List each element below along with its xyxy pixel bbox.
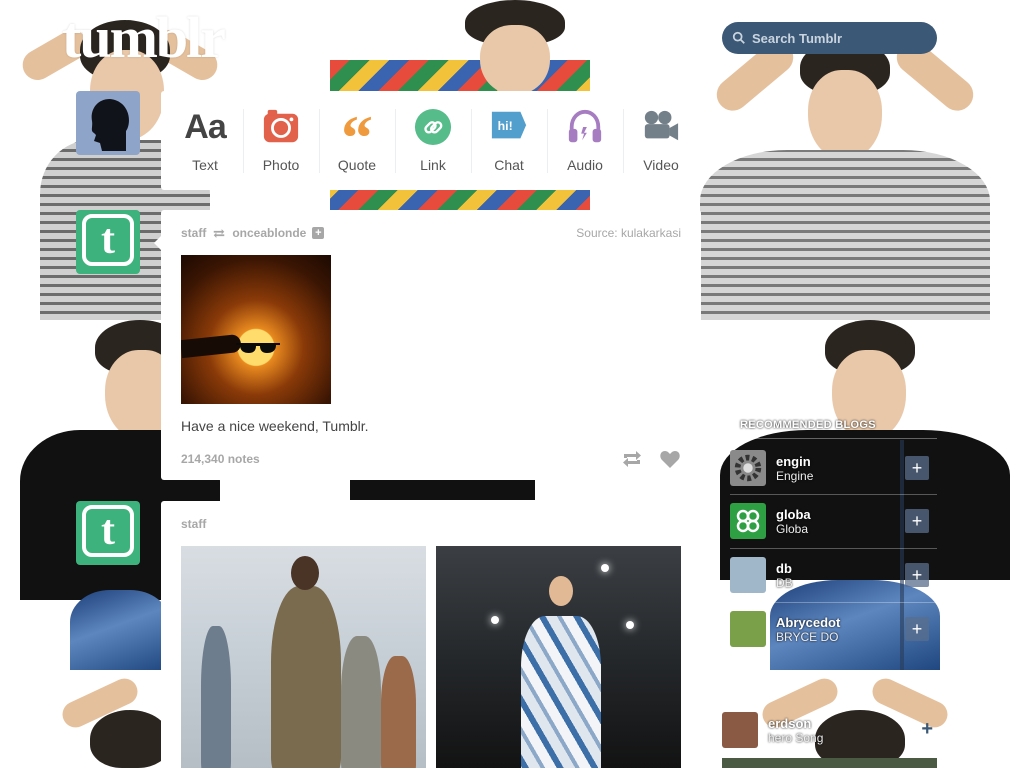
hand-silhouette — [181, 333, 242, 359]
wallpaper-figure — [440, 0, 590, 100]
post-actions — [621, 448, 681, 470]
follow-button[interactable]: + — [905, 509, 929, 533]
follow-button[interactable]: + — [921, 718, 933, 741]
svg-text:hi!: hi! — [498, 119, 513, 133]
chat-icon: hi! — [489, 107, 529, 147]
silhouette-icon — [91, 99, 129, 151]
post-type-text-button[interactable]: Aa Text — [167, 91, 243, 190]
radar-blog-name: erdson — [768, 715, 812, 731]
post-type-link-button[interactable]: Link — [395, 91, 471, 190]
staff-avatar[interactable]: t — [76, 210, 140, 274]
post-type-label: Text — [192, 157, 218, 173]
wallpaper-jeans — [70, 590, 170, 670]
blog-title: Engine — [776, 468, 814, 483]
post-card: staff onceablonde + Source: kulakarkasi … — [154, 210, 701, 480]
post-type-label: Audio — [567, 157, 603, 173]
blog-title: Globa — [776, 521, 809, 536]
post-type-bar: Aa Text Photo “ Quote Link hi! Chat Audi… — [161, 91, 701, 190]
blog-name: engin — [776, 453, 811, 469]
post-photo[interactable] — [181, 255, 331, 404]
sidebar-divider — [740, 438, 937, 439]
recommended-blog-item[interactable]: Abrycedot BRYCE DO + — [730, 602, 937, 655]
recommended-blogs-heading: RECOMMENDED BLOGS — [740, 419, 876, 431]
post-source-link[interactable]: Source: kulakarkasi — [576, 226, 681, 240]
post-notes-count[interactable]: 214,340 notes — [181, 452, 260, 466]
recommended-blog-item[interactable]: globa Globa + — [730, 494, 937, 547]
heart-icon[interactable] — [659, 448, 681, 470]
post-type-video-button[interactable]: Video — [623, 91, 699, 190]
post-type-label: Photo — [262, 157, 300, 173]
blog-avatar — [730, 611, 766, 647]
wallpaper-banner — [350, 480, 535, 500]
staff-avatar[interactable]: t — [76, 501, 140, 565]
radar-avatar — [722, 712, 758, 748]
follow-button[interactable]: + — [905, 617, 929, 641]
tumblr-logo[interactable]: tumblr — [62, 4, 226, 71]
link-icon — [413, 107, 453, 147]
recommended-blog-item[interactable]: db DB + — [730, 548, 937, 601]
headphones-icon — [565, 107, 605, 147]
follow-button[interactable]: + — [312, 227, 325, 239]
video-camera-icon — [641, 107, 681, 147]
post-type-audio-button[interactable]: Audio — [547, 91, 623, 190]
radar-item[interactable]: erdson hero Song + — [722, 710, 937, 750]
blog-name: Abrycedot — [776, 614, 841, 630]
blog-avatar — [730, 557, 766, 593]
user-avatar[interactable] — [76, 91, 140, 155]
post-photo[interactable] — [181, 546, 426, 768]
post-caption: Have a nice weekend, Tumblr. — [181, 418, 369, 434]
tumblr-t-icon: t — [82, 214, 134, 266]
tumblr-t-icon: t — [82, 505, 134, 557]
blog-title: BRYCE DO — [776, 629, 839, 644]
follow-button[interactable]: + — [905, 563, 929, 587]
post-header: staff onceablonde + — [181, 226, 325, 240]
post-type-label: Quote — [337, 157, 377, 173]
recommended-blog-item[interactable]: engin Engine + — [730, 442, 937, 494]
post-type-label: Video — [643, 157, 679, 173]
post-type-chat-button[interactable]: hi! Chat — [471, 91, 547, 190]
camera-icon — [261, 107, 301, 147]
reblog-icon[interactable] — [621, 448, 643, 470]
blog-avatar — [730, 503, 766, 539]
sidebar: RECOMMENDED BLOGS engin Engine + globa G… — [722, 0, 937, 768]
radar-post-preview[interactable] — [722, 758, 937, 768]
follow-button[interactable]: + — [905, 456, 929, 480]
post-photo[interactable] — [436, 546, 681, 768]
blog-name: db — [776, 560, 792, 576]
gear-icon — [734, 454, 762, 482]
post-author-link[interactable]: staff — [181, 517, 206, 531]
blog-avatar — [730, 450, 766, 486]
radar-blog-title: hero Song — [768, 730, 824, 745]
post-header: staff — [181, 517, 206, 531]
quote-icon: “ — [341, 102, 373, 173]
post-type-photo-button[interactable]: Photo — [243, 91, 319, 190]
text-icon: Aa — [184, 107, 226, 146]
post-type-label: Chat — [494, 157, 524, 173]
post-type-quote-button[interactable]: “ Quote — [319, 91, 395, 190]
post-author-link[interactable]: staff — [181, 226, 206, 240]
reblogged-from-link[interactable]: onceablonde — [232, 226, 306, 240]
post-card: staff — [161, 501, 701, 768]
blog-title: DB — [776, 575, 793, 590]
photoset — [181, 546, 681, 768]
sunglasses-icon — [236, 343, 280, 353]
knot-icon — [736, 509, 760, 533]
post-type-label: Link — [420, 157, 446, 173]
reblog-icon — [214, 228, 225, 238]
blog-name: globa — [776, 506, 811, 522]
